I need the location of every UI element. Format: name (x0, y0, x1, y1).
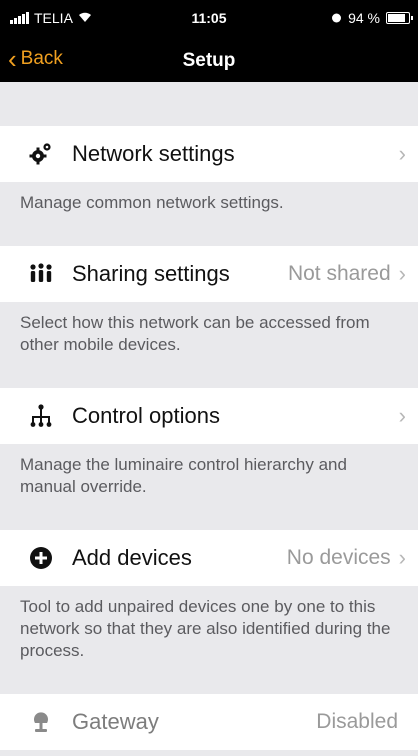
sharing-settings-title: Sharing settings (72, 261, 230, 286)
chevron-right-icon: › (398, 403, 406, 428)
control-options-title: Control options (72, 403, 220, 428)
settings-list: Network settings › Manage common network… (0, 82, 418, 750)
navigation-bar: ‹ Back Setup (0, 38, 418, 82)
chevron-right-icon: › (398, 141, 406, 166)
gateway-icon (28, 709, 54, 735)
network-settings-title: Network settings (72, 141, 235, 166)
list-header-spacer (0, 82, 418, 126)
alarm-icon (331, 10, 342, 26)
gateway-status-value: Disabled (316, 710, 398, 733)
battery-icon (386, 12, 413, 24)
control-options-row[interactable]: Control options › (0, 388, 418, 444)
hierarchy-icon (28, 403, 54, 429)
people-icon (28, 261, 54, 287)
sharing-settings-row[interactable]: Sharing settings Not shared › (0, 246, 418, 302)
sharing-status-value: Not shared (287, 262, 391, 285)
chevron-right-icon: › (398, 545, 406, 570)
network-settings-row[interactable]: Network settings › (0, 126, 418, 182)
gateway-title: Gateway (72, 709, 159, 734)
gears-icon (28, 141, 54, 167)
battery-percent: 94 % (348, 10, 380, 26)
battery-area: 94 % (331, 10, 413, 26)
sharing-settings-description: Select how this network can be accessed … (0, 302, 418, 366)
plus-circle-icon (28, 545, 54, 571)
page-title: Setup (182, 50, 236, 71)
chevron-right-icon: › (398, 261, 406, 286)
add-devices-row[interactable]: Add devices No devices › (0, 530, 418, 586)
add-devices-title: Add devices (72, 545, 192, 570)
devices-count-value: No devices (286, 546, 391, 569)
add-devices-description: Tool to add unpaired devices one by one … (0, 586, 418, 672)
status-bar: TELIA 11:05 94 % (0, 0, 418, 38)
control-options-description: Manage the luminaire control hierarchy a… (0, 444, 418, 508)
network-settings-description: Manage common network settings. (0, 182, 418, 224)
gateway-row[interactable]: Gateway Disabled (0, 694, 418, 750)
